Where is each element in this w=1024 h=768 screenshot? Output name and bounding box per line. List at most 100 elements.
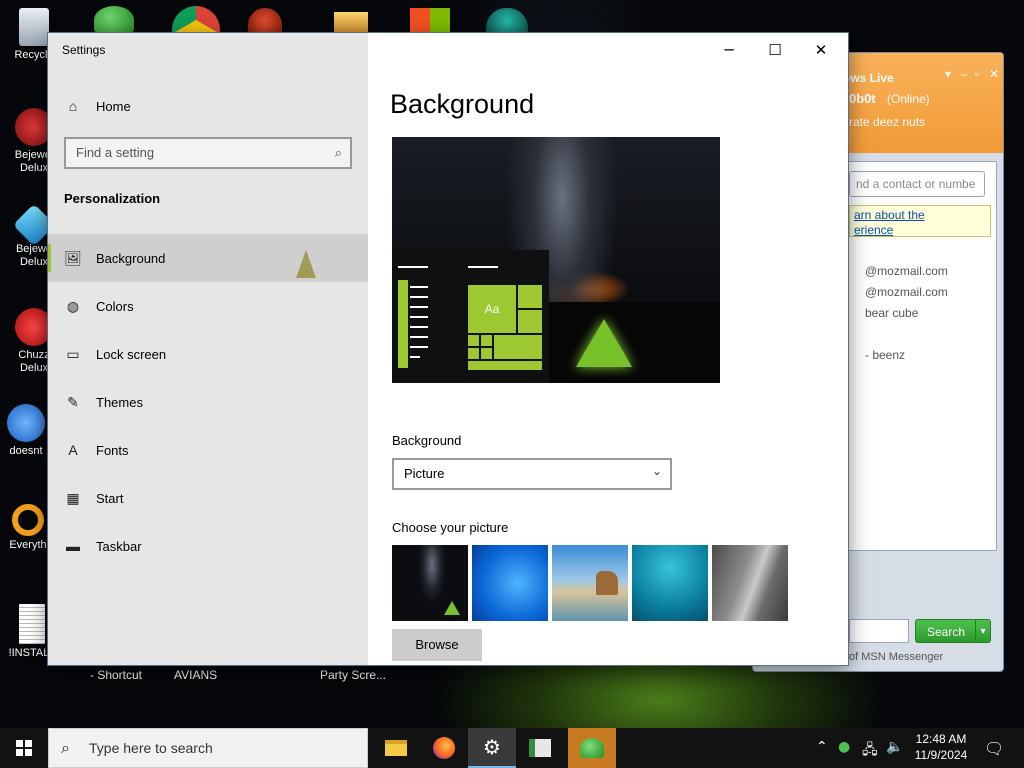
app-icon[interactable]: [248, 8, 282, 34]
msn-contact[interactable]: @mozmail.com: [865, 264, 948, 278]
preview-tile: [468, 335, 479, 346]
msn-footer: of MSN Messenger: [849, 651, 944, 663]
chevron-up-icon[interactable]: ⌃: [816, 739, 828, 755]
picture-thumbnail-underwater[interactable]: [632, 545, 708, 621]
find-setting-input[interactable]: Find a setting ⌕: [64, 137, 352, 169]
msn-people-icon: [580, 738, 604, 758]
msn-people-icon[interactable]: [94, 6, 134, 34]
preview-tent: [576, 319, 632, 367]
clock-date: 11/9/2024: [914, 748, 968, 762]
msn-status[interactable]: (Online): [887, 92, 930, 106]
taskbar-firefox[interactable]: [420, 728, 468, 768]
maximize-button[interactable]: ☐: [752, 37, 798, 63]
taskbar-msn-messenger[interactable]: [568, 728, 616, 768]
preview-menu-strip: [398, 280, 408, 368]
nav-taskbar[interactable]: ▬ Taskbar: [48, 522, 368, 570]
windows-logo-icon: [16, 740, 32, 756]
msn-tray-icon[interactable]: ●: [838, 739, 850, 755]
taskbar-file-explorer[interactable]: [372, 728, 420, 768]
window-app-icon: [529, 739, 551, 757]
clock-time: 12:48 AM: [915, 732, 967, 746]
msn-search-dropdown[interactable]: ▾: [975, 619, 991, 643]
desktop-icon-label: Bejewe Delux: [15, 243, 53, 268]
msn-learn-line2: erience: [854, 223, 894, 237]
background-dropdown[interactable]: Picture ⌄: [392, 458, 672, 490]
nav-lock-screen-label: Lock screen: [96, 346, 167, 362]
search-icon: ⌕: [61, 738, 70, 757]
taskbar-clock[interactable]: 12:48 AM 11/9/2024: [908, 731, 974, 763]
nav-taskbar-label: Taskbar: [96, 538, 142, 554]
picture-thumbnail-night-sky[interactable]: [392, 545, 468, 621]
folder-icon: [385, 740, 407, 756]
nav-lock-screen[interactable]: ▭ Lock screen: [48, 330, 368, 378]
nav-background[interactable]: 🖼 Background: [48, 234, 368, 282]
msn-minimize-button[interactable]: ▾: [945, 67, 951, 81]
nav-colors-label: Colors: [96, 298, 134, 314]
taskbar-settings[interactable]: ⚙: [468, 728, 516, 768]
cursor-icon: [296, 250, 316, 278]
msn-personal-message[interactable]: rate deez nuts: [849, 115, 925, 129]
nav-fonts[interactable]: A Fonts: [48, 426, 368, 474]
taskbar: ⌕ Type here to search ⚙ ⌃ ● 🖧 🔈 12:48 AM…: [0, 728, 1024, 768]
preview-menu-line: [410, 286, 428, 288]
picture-thumbnail-beach[interactable]: [552, 545, 628, 621]
page-title: Background: [390, 89, 535, 119]
nav-background-label: Background: [96, 250, 166, 266]
network-icon[interactable]: 🖧: [862, 739, 878, 763]
minimize-button[interactable]: ─: [706, 37, 752, 63]
nav-start[interactable]: ▦ Start: [48, 474, 368, 522]
msn-contact[interactable]: @mozmail.com: [865, 285, 948, 299]
windows-logo-icon[interactable]: [410, 8, 450, 34]
recycle-bin-icon: [19, 8, 49, 46]
msn-web-search-input[interactable]: [849, 619, 909, 643]
window-title: Settings: [62, 43, 106, 57]
chevron-down-icon: ⌄: [651, 464, 662, 478]
preview-menu-line: [410, 316, 428, 318]
desktop-label-shortcut: - Shortcut: [90, 668, 143, 682]
msn-search-button[interactable]: Search: [915, 619, 977, 643]
nav-fonts-label: Fonts: [96, 442, 129, 458]
themes-icon: ✎: [67, 393, 79, 410]
nav-home[interactable]: ⌂ Home: [48, 82, 368, 130]
background-label: Background: [392, 433, 462, 448]
msn-contact-search[interactable]: nd a contact or numbe: [849, 171, 985, 197]
nav-colors[interactable]: ◍ Colors: [48, 282, 368, 330]
taskbar-icon: ▬: [66, 538, 80, 554]
taskbar-app[interactable]: [516, 728, 564, 768]
volume-icon[interactable]: 🔈: [886, 739, 903, 755]
picture-thumbnail-windows[interactable]: [472, 545, 548, 621]
chrome-icon[interactable]: [172, 6, 220, 34]
start-button[interactable]: [0, 728, 48, 768]
close-button[interactable]: ✕: [798, 37, 844, 63]
preview-tile: [518, 310, 542, 333]
msn-max-button[interactable]: ▫: [975, 67, 979, 81]
preview-menu-line: [398, 266, 428, 268]
msn-username: 0b0t: [849, 91, 876, 106]
picture-icon: 🖼: [64, 249, 82, 266]
notification-icon[interactable]: 🗨: [984, 739, 1004, 758]
bird-icon: [7, 404, 45, 442]
picture-thumbnail-cliff[interactable]: [712, 545, 788, 621]
msn-contact[interactable]: - beenz: [865, 348, 905, 362]
app-icon[interactable]: [334, 12, 368, 34]
desktop-icon-label: Everyth: [9, 539, 47, 551]
nav-start-label: Start: [96, 490, 124, 506]
nav-themes[interactable]: ✎ Themes: [48, 378, 368, 426]
browse-button[interactable]: Browse: [392, 629, 482, 661]
background-preview: Aa: [392, 137, 720, 383]
anime-character-icon[interactable]: [486, 8, 528, 34]
settings-window[interactable]: Settings ⌂ Home Find a setting ⌕ Persona…: [48, 33, 848, 665]
msn-close-button[interactable]: ✕: [989, 67, 999, 81]
preview-tile: [518, 285, 542, 308]
nav-home-label: Home: [96, 98, 131, 114]
start-icon: ▦: [66, 489, 80, 506]
desktop-label-party-screen: Party Scre...: [320, 668, 387, 682]
msn-learn-link[interactable]: arn about the erience: [849, 205, 991, 237]
preview-menu-line: [410, 326, 428, 328]
taskbar-search-box[interactable]: ⌕ Type here to search: [48, 728, 368, 768]
home-icon: ⌂: [68, 98, 78, 114]
msn-min-button[interactable]: –: [961, 67, 968, 81]
preview-tile: [494, 335, 542, 359]
msn-contact[interactable]: bear cube: [865, 306, 918, 320]
msn-learn-line1: arn about the: [854, 208, 925, 222]
